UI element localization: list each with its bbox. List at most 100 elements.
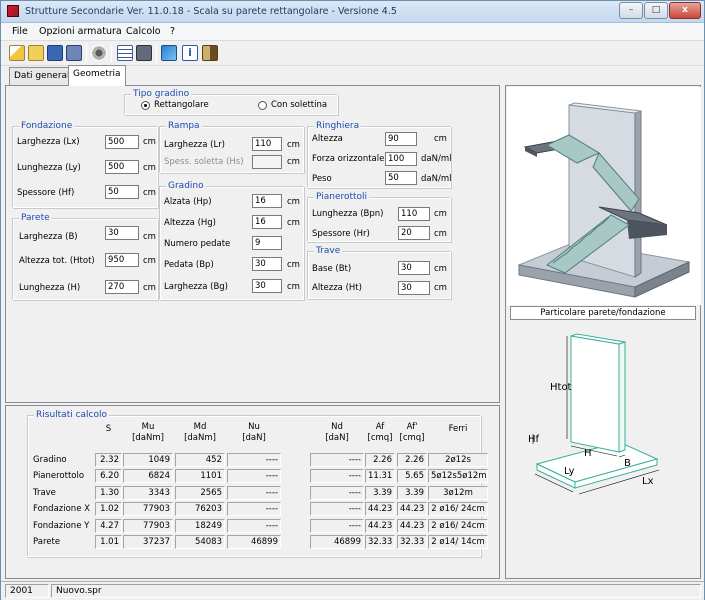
results-cell: 5.65 [397, 469, 427, 484]
numero-pedate-input[interactable]: 9 [252, 236, 282, 250]
base-bt-input[interactable]: 30 [398, 261, 430, 275]
forza-orizzontale-input[interactable]: 100 [385, 152, 417, 166]
larghezza-lr-input[interactable]: 110 [252, 137, 282, 151]
ringhiera-group: Ringhiera Altezza 90 cm Forza orizzontal… [307, 121, 452, 188]
menu-calcolo[interactable]: Calcolo [126, 26, 161, 37]
results-column-header: Nd [daN] [325, 422, 349, 443]
radio-label: Con solettina [271, 100, 328, 110]
unit-label: cm [287, 157, 300, 167]
ringhiera-altezza-input[interactable]: 90 [385, 132, 417, 146]
new-file-icon[interactable] [9, 45, 25, 61]
tipo-gradino-group: Tipo gradino Rettangolare Con solettina [124, 89, 338, 115]
radio-con-solettina[interactable] [258, 101, 267, 110]
larghezza-b-input[interactable]: 30 [105, 226, 139, 240]
field-label: Pedata (Bp) [164, 260, 214, 270]
app-window: Strutture Secondarie Ver. 11.0.18 - Scal… [0, 0, 705, 600]
dim-label-hf: Hf [528, 434, 540, 445]
results-cell: 2.26 [365, 453, 395, 467]
dim-label-htot: Htot [550, 382, 572, 393]
results-row-label: Gradino [33, 455, 67, 465]
results-cell: 18249 [175, 518, 225, 533]
results-cell: 3.39 [365, 485, 395, 500]
radio-rettangolare[interactable] [141, 101, 150, 110]
results-cell: ---- [227, 518, 281, 533]
tab-dati-generali[interactable]: Dati generali [9, 67, 78, 85]
larghezza-lx-input[interactable]: 500 [105, 135, 139, 149]
printer-icon[interactable] [136, 45, 152, 61]
results-row-label: Fondazione Y [33, 520, 90, 531]
results-cell: ---- [227, 502, 281, 517]
results-column-header: Nu [daN] [242, 422, 266, 443]
results-column-header: Af [cmq] [367, 422, 393, 443]
status-year: 2001 [5, 584, 49, 598]
results-cell: 6824 [123, 469, 173, 484]
menu-file[interactable]: File [12, 26, 28, 37]
alzata-hp-input[interactable]: 16 [252, 194, 282, 208]
toolbar-separator [156, 45, 157, 62]
field-label: Altezza (Hg) [164, 218, 216, 228]
field-label: Spessore (Hf) [17, 188, 75, 198]
results-cell: 1.02 [95, 502, 122, 517]
altezza-htot-input[interactable]: 950 [105, 253, 139, 267]
status-bar: 2001 Nuovo.spr [1, 581, 704, 600]
dim-label-ly: Ly [564, 466, 575, 477]
field-label: Peso [312, 174, 332, 184]
maximize-button[interactable]: □ [644, 2, 668, 19]
peso-input[interactable]: 50 [385, 171, 417, 185]
pedata-bp-input[interactable]: 30 [252, 257, 282, 271]
pianerottoli-group: Pianerottoli Lunghezza (Bpn) 110 cm Spes… [307, 192, 451, 242]
group-title: Rampa [166, 121, 202, 131]
results-cell: 46899 [310, 535, 364, 549]
results-cell: ---- [310, 518, 364, 533]
larghezza-bg-input[interactable]: 30 [252, 279, 282, 293]
exit-door-icon[interactable] [202, 45, 218, 61]
results-row-label: Pianerottolo [33, 471, 85, 482]
unit-label: cm [434, 283, 447, 293]
results-cell: 44.23 [397, 502, 427, 517]
results-cell: 76203 [175, 502, 225, 517]
menu-opzioni-armatura[interactable]: Opzioni armatura [39, 26, 122, 37]
unit-label: cm [434, 229, 447, 239]
field-label: Forza orizzontale [312, 154, 385, 164]
results-column-header: Af' [cmq] [399, 422, 425, 443]
results-column-header: S [105, 424, 112, 434]
tab-geometria[interactable]: Geometria [68, 65, 126, 86]
settings-gears-icon[interactable] [91, 45, 107, 61]
minimize-button[interactable]: – [619, 2, 643, 19]
unit-label: cm [287, 197, 300, 207]
altezza-hg-input[interactable]: 16 [252, 215, 282, 229]
lunghezza-bpn-input[interactable]: 110 [398, 207, 430, 221]
results-cell: ---- [310, 485, 364, 500]
info-icon[interactable]: i [182, 45, 198, 61]
unit-label: cm [143, 256, 156, 266]
unit-label: cm [143, 232, 156, 242]
open-folder-icon[interactable] [28, 45, 44, 61]
results-cell: ---- [310, 453, 364, 467]
report-document-icon[interactable] [117, 45, 133, 61]
field-label: Altezza tot. (Htot) [19, 256, 95, 266]
results-cell: ---- [227, 453, 281, 467]
field-label: Alzata (Hp) [164, 197, 212, 207]
lunghezza-h-input[interactable]: 270 [105, 280, 139, 294]
figure-caption: Particolare parete/fondazione [510, 306, 696, 320]
menu-help[interactable]: ? [170, 26, 175, 37]
close-button[interactable]: x [669, 2, 701, 19]
lunghezza-ly-input[interactable]: 500 [105, 160, 139, 174]
results-cell: 44.23 [397, 518, 427, 533]
results-cell: 44.23 [365, 518, 395, 533]
unit-label: daN/ml [421, 174, 452, 184]
field-label: Altezza (Ht) [312, 283, 362, 293]
altezza-ht-input[interactable]: 30 [398, 281, 430, 295]
group-title: Gradino [166, 181, 206, 191]
results-cell: 46899 [227, 535, 281, 549]
results-cell: ---- [227, 469, 281, 484]
book-help-icon[interactable] [161, 45, 177, 61]
results-cell: 32.33 [397, 535, 427, 549]
spessore-hr-input[interactable]: 20 [398, 226, 430, 240]
save-icon[interactable] [47, 45, 63, 61]
spessore-soletta-hs-input [252, 155, 282, 169]
save-all-icon[interactable] [66, 45, 82, 61]
results-cell: 2 ø16/ 24cm [428, 502, 488, 517]
spessore-hf-input[interactable]: 50 [105, 185, 139, 199]
field-label-disabled: Spess. soletta (Hs) [164, 157, 244, 167]
